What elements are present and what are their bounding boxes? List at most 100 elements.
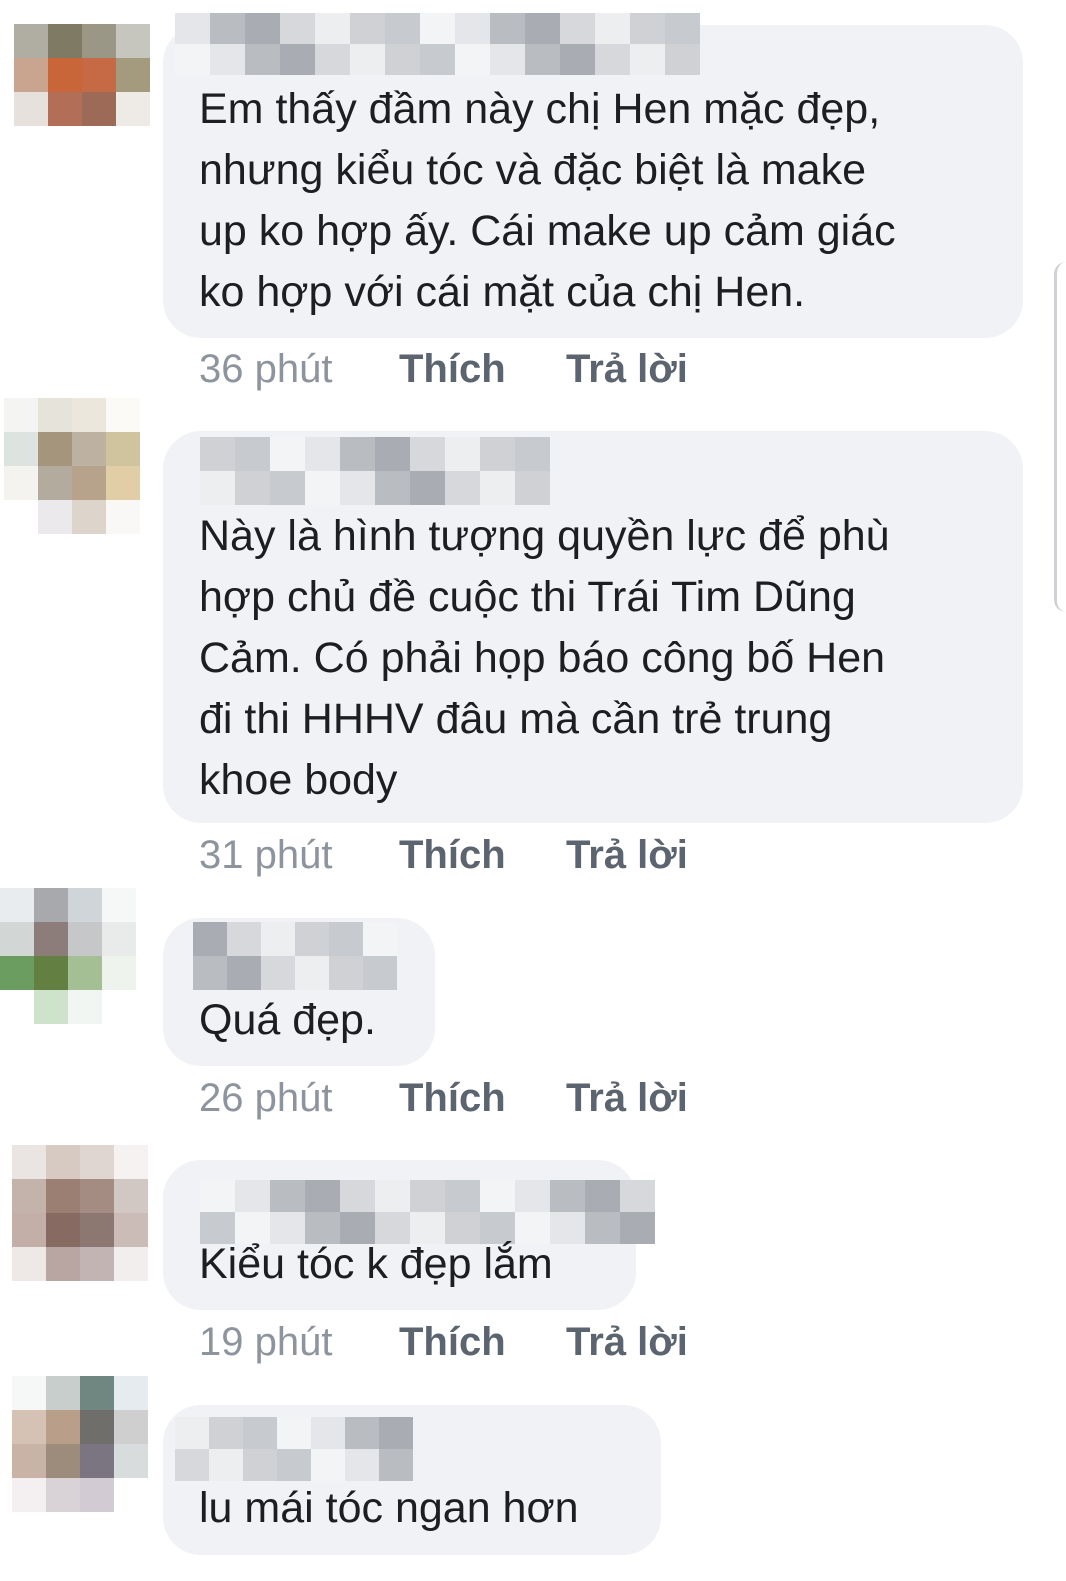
name-blur-pixel (665, 44, 700, 75)
name-blur-pixel (340, 1180, 375, 1212)
avatar-pixel (12, 1444, 46, 1478)
avatar-pixel (68, 990, 102, 1024)
name-blur-pixel (560, 44, 595, 75)
avatar-pixel (114, 1478, 148, 1512)
comment-bubble[interactable]: lu mái tóc ngan hơn (163, 1405, 661, 1555)
name-blur-pixel (490, 44, 525, 75)
like-button[interactable]: Thích (399, 347, 506, 391)
reply-button[interactable]: Trả lời (566, 347, 688, 391)
avatar-pixel (82, 126, 116, 160)
name-blur-pixel (350, 44, 385, 75)
like-button[interactable]: Thích (399, 1320, 506, 1364)
avatar-pixel (14, 58, 48, 92)
avatar[interactable] (12, 1145, 148, 1281)
avatar-pixel (48, 126, 82, 160)
avatar-pixel (72, 500, 106, 534)
name-blur-pixel (270, 437, 305, 471)
name-blur-pixel (420, 13, 455, 44)
name-blur-pixel (315, 44, 350, 75)
name-blur-pixel (175, 44, 210, 75)
name-blur-pixel (315, 13, 350, 44)
name-blur-pixel (295, 922, 329, 956)
avatar-pixel (102, 956, 136, 990)
avatar-pixel (114, 1247, 148, 1281)
reply-button[interactable]: Trả lời (566, 833, 688, 877)
avatar[interactable] (12, 1376, 148, 1512)
name-blur-pixel (345, 1449, 379, 1481)
avatar-pixel (0, 888, 34, 922)
name-blur-pixel (379, 1449, 413, 1481)
comment-bubble[interactable]: Này là hình tượng quyền lực để phù hợp c… (163, 431, 1023, 823)
comment-bubble[interactable]: Kiểu tóc k đẹp lắm (163, 1160, 655, 1310)
avatar-pixel (80, 1410, 114, 1444)
name-blur-pixel (280, 13, 315, 44)
reply-button[interactable]: Trả lời (566, 1076, 688, 1120)
avatar-pixel (102, 990, 136, 1024)
name-blur-pixel (480, 471, 515, 505)
avatar[interactable] (0, 888, 136, 1024)
name-blur-pixel (243, 1417, 277, 1449)
name-blur-pixel (363, 956, 397, 990)
comment-text: lu mái tóc ngan hơn (199, 1484, 579, 1532)
avatar-pixel (12, 1376, 46, 1410)
name-blur-pixel (277, 1417, 311, 1449)
avatar-pixel (114, 1444, 148, 1478)
name-blur-pixel (175, 1417, 209, 1449)
name-blur-pixel (585, 1180, 620, 1212)
name-blur-pixel (560, 13, 595, 44)
avatar-pixel (106, 432, 140, 466)
commenter-name-redacted[interactable] (175, 13, 700, 75)
avatar-pixel (12, 1410, 46, 1444)
like-button[interactable]: Thích (399, 1076, 506, 1120)
name-blur-pixel (420, 44, 455, 75)
avatar-pixel (114, 1376, 148, 1410)
avatar-pixel (38, 432, 72, 466)
name-blur-pixel (515, 471, 550, 505)
name-blur-pixel (525, 13, 560, 44)
avatar-pixel (106, 398, 140, 432)
avatar-pixel (48, 24, 82, 58)
name-blur-pixel (480, 1180, 515, 1212)
comment-bubble[interactable]: Em thấy đầm này chị Hen mặc đẹp, nhưng k… (163, 13, 1023, 338)
name-blur-pixel (445, 437, 480, 471)
avatar-pixel (46, 1376, 80, 1410)
comment-bubble[interactable]: Quá đẹp. (163, 918, 435, 1066)
avatar-pixel (4, 398, 38, 432)
avatar-pixel (72, 466, 106, 500)
name-blur-pixel (235, 471, 270, 505)
avatar-pixel (34, 888, 68, 922)
avatar-pixel (12, 1478, 46, 1512)
reply-button[interactable]: Trả lời (566, 1320, 688, 1364)
name-blur-pixel (620, 1180, 655, 1212)
comment-text: Kiểu tóc k đẹp lắm (199, 1240, 553, 1288)
name-blur-pixel (305, 437, 340, 471)
name-blur-pixel (280, 44, 315, 75)
name-blur-pixel (595, 44, 630, 75)
avatar-pixel (80, 1247, 114, 1281)
name-blur-pixel (363, 922, 397, 956)
commenter-name-redacted[interactable] (200, 437, 550, 505)
name-blur-pixel (243, 1449, 277, 1481)
name-blur-pixel (595, 13, 630, 44)
commenter-name-redacted[interactable] (193, 922, 397, 990)
avatar-pixel (38, 500, 72, 534)
name-blur-pixel (261, 922, 295, 956)
avatar-pixel (80, 1179, 114, 1213)
name-blur-pixel (175, 1449, 209, 1481)
avatar-pixel (114, 1179, 148, 1213)
avatar-pixel (38, 466, 72, 500)
avatar-pixel (38, 398, 72, 432)
avatar-pixel (114, 1410, 148, 1444)
avatar[interactable] (4, 398, 140, 534)
avatar-pixel (116, 58, 150, 92)
like-button[interactable]: Thích (399, 833, 506, 877)
commenter-name-redacted[interactable] (175, 1417, 413, 1481)
name-blur-pixel (277, 1449, 311, 1481)
avatar[interactable] (14, 24, 150, 160)
comment-text: Quá đẹp. (199, 996, 376, 1044)
scrollbar[interactable] (1054, 262, 1066, 612)
name-blur-pixel (235, 1180, 270, 1212)
avatar-pixel (116, 92, 150, 126)
name-blur-pixel (630, 44, 665, 75)
name-blur-pixel (525, 44, 560, 75)
